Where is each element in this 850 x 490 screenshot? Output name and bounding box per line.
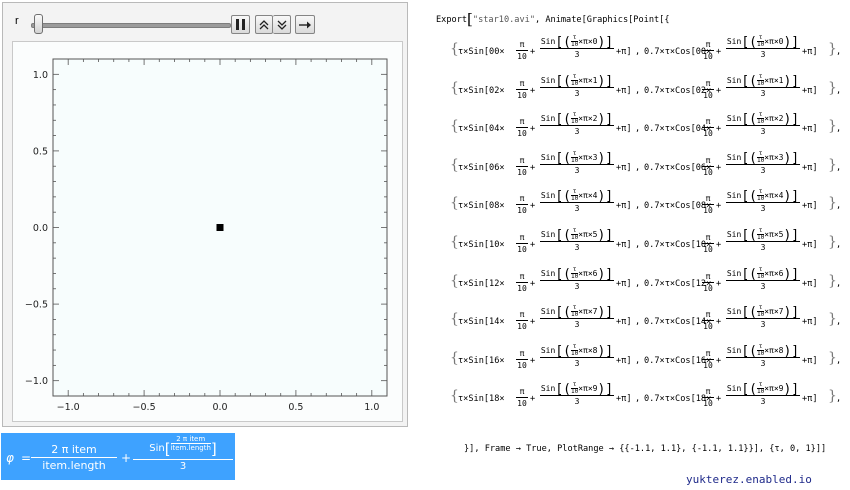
animation-slider-thumb[interactable] <box>34 14 43 34</box>
code-row: { τ×Sin[10× π 10 + Sin[(τ 10 ×π×5)] 3 +π] , … <box>450 227 842 255</box>
x-tick-label: 1.0 <box>364 402 379 413</box>
y-tick-label: −0.5 <box>25 300 48 311</box>
direction-icon <box>299 21 311 28</box>
phi-plus: + <box>121 451 132 465</box>
code-header: Export["star10.avi", Animate[Graphics[Po… <box>436 10 670 28</box>
phi-equals: = <box>21 451 32 465</box>
row-index: 04 <box>489 124 500 135</box>
code-row: { τ×Sin[18× π 10 + Sin[(τ 10 ×π×9)] 3 +π] , … <box>450 381 842 409</box>
phi-inner-numerator: 2 π item <box>176 435 206 443</box>
faster-button[interactable] <box>255 15 273 34</box>
animation-slider-track[interactable] <box>31 23 231 28</box>
x-tick-label: 0.0 <box>212 402 227 413</box>
phi-sin-term: Sin[ 2 π item item.length ] <box>149 435 217 458</box>
export-keyword: Export <box>436 15 468 25</box>
row-index: 18 <box>489 394 500 405</box>
plot-area: −1.0 −0.5 0.0 0.5 1.0 1.0 0.5 0.0 −0.5 −1.0 <box>12 41 403 422</box>
row-index: 16 <box>489 355 500 366</box>
direction-button[interactable] <box>295 15 315 34</box>
row-index: 12 <box>489 278 500 289</box>
y-tick-label: 0.5 <box>33 146 48 157</box>
x-tick-label: 0.5 <box>288 402 303 413</box>
export-filename: "star10.avi" <box>472 15 535 25</box>
code-cell: Export["star10.avi", Animate[Graphics[Po… <box>436 4 848 474</box>
phi-symbol: φ <box>6 451 14 465</box>
animate-panel: r −1.0 −0.5 0.0 0.5 1.0 1.0 0.5 0.0 −0.5 −1.0 <box>2 2 408 427</box>
phi-fraction-2: Sin[ 2 π item item.length ] 3 <box>133 435 233 472</box>
phi-sin-label: Sin <box>149 443 165 454</box>
phi-fraction-1: 2 π item item.length <box>31 443 117 472</box>
phi-numerator-1: 2 π item <box>51 443 97 456</box>
slower-icon <box>277 20 286 30</box>
code-row: { τ×Sin[08× π 10 + Sin[(τ 10 ×π×4)] 3 +π] , … <box>450 188 842 216</box>
export-rest: , Animate[Graphics[Point[{ <box>535 15 670 25</box>
code-row: { τ×Sin[00× π 10 + Sin[(τ 10 ×π×0)] 3 +π] , … <box>450 34 842 62</box>
code-row: { τ×Sin[06× π 10 + Sin[(τ 10 ×π×3)] 3 +π] , … <box>450 149 842 177</box>
y-tick-label: 0.0 <box>33 223 48 234</box>
code-row: { τ×Sin[12× π 10 + Sin[(τ 10 ×π×6)] 3 +π] , … <box>450 265 842 293</box>
phi-denominator-2: 3 <box>179 461 187 472</box>
code-row: { τ×Sin[16× π 10 + Sin[(τ 10 ×π×8)] 3 +π] , … <box>450 342 842 370</box>
slower-button[interactable] <box>273 15 291 34</box>
x-tick-label: −1.0 <box>57 402 80 413</box>
code-row: { τ×Sin[02× π 10 + Sin[(τ 10 ×π×1)] 3 +π] , … <box>450 72 842 100</box>
code-row: { τ×Sin[04× π 10 + Sin[(τ 10 ×π×2)] 3 +π] , … <box>450 111 842 139</box>
row-index: 02 <box>489 85 500 96</box>
row-index: 08 <box>489 201 500 212</box>
graphics-plot: −1.0 −0.5 0.0 0.5 1.0 1.0 0.5 0.0 −0.5 −1.0 <box>25 58 388 413</box>
faster-icon <box>259 19 269 29</box>
phi-formula: φ = 2 π item item.length + Sin[ 2 π item… <box>1 433 235 480</box>
code-row: { τ×Sin[14× π 10 + Sin[(τ 10 ×π×7)] 3 +π] , … <box>450 304 842 332</box>
row-index: 14 <box>489 317 500 328</box>
row-index: 10 <box>489 240 500 250</box>
data-point <box>216 224 224 231</box>
x-tick-label: −0.5 <box>133 402 156 413</box>
speed-buttons <box>255 15 291 34</box>
row-index: 00 <box>489 47 500 57</box>
slider-label: r <box>15 15 19 27</box>
row-index: 06 <box>489 162 500 173</box>
pause-icon <box>236 19 245 30</box>
code-tail: }], Frame → True, PlotRange → {{-1.1, 1.… <box>464 444 827 454</box>
phi-denominator-1: item.length <box>42 459 106 472</box>
footer-credit: yukterez.enabled.io <box>686 473 812 486</box>
phi-inner-denominator: item.length <box>170 444 211 452</box>
pause-button[interactable] <box>231 15 250 34</box>
y-tick-label: 1.0 <box>33 70 48 81</box>
y-tick-label: −1.0 <box>25 376 48 387</box>
